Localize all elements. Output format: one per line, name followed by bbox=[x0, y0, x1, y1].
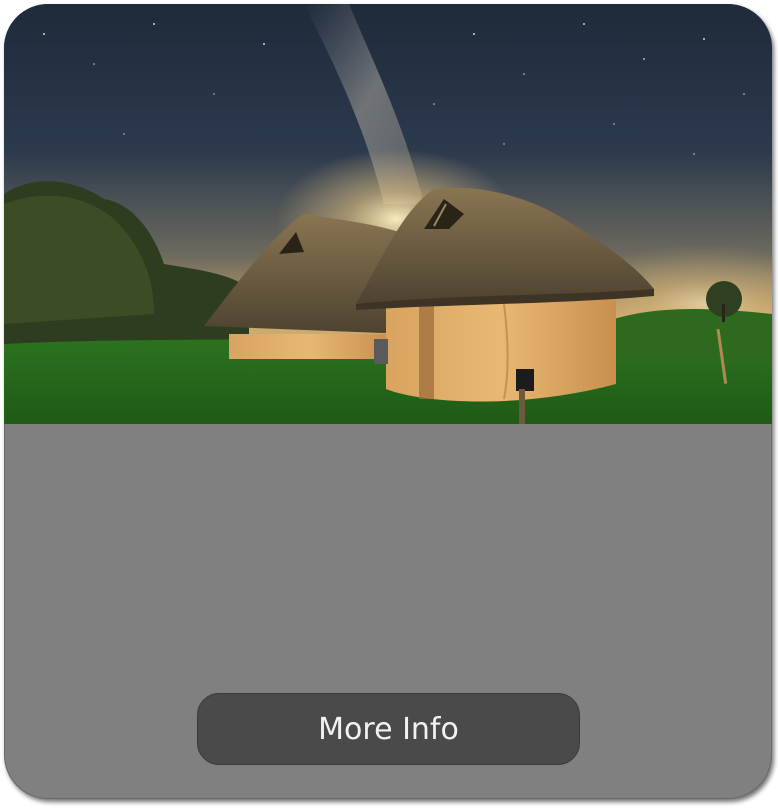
more-info-button[interactable]: More Info bbox=[197, 693, 580, 765]
info-card: More Info bbox=[4, 4, 772, 799]
card-photo bbox=[4, 4, 772, 424]
